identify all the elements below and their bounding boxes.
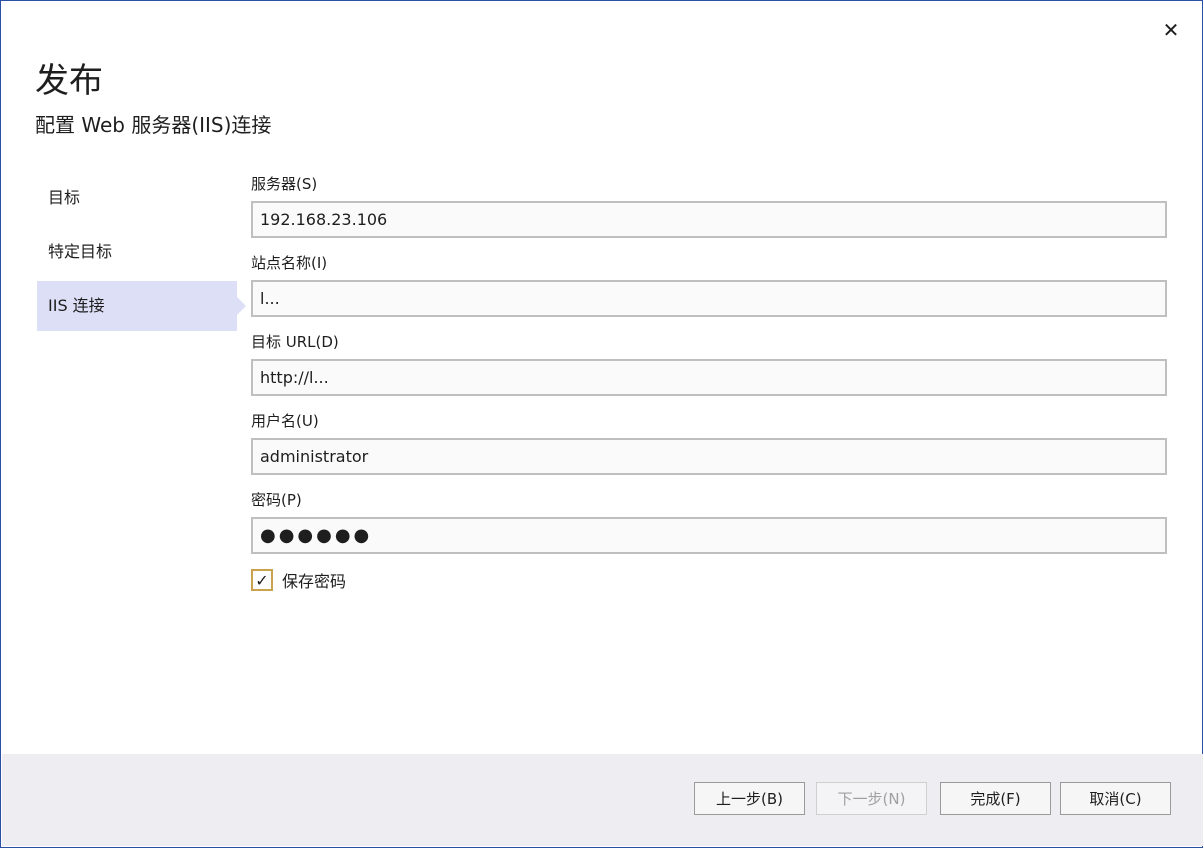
- username-label: 用户名(U): [251, 412, 319, 430]
- password-input[interactable]: [251, 517, 1167, 554]
- server-input[interactable]: [251, 201, 1167, 238]
- site-name-label: 站点名称(I): [251, 254, 328, 272]
- dest-url-field-group: 目标 URL(D): [251, 331, 1167, 396]
- save-password-row: ✓ 保存密码: [251, 568, 1167, 592]
- dialog-subtitle: 配置 Web 服务器(IIS)连接: [35, 113, 272, 137]
- close-icon[interactable]: ✕: [1160, 19, 1182, 41]
- next-button[interactable]: 下一步(N): [816, 782, 927, 815]
- cancel-button[interactable]: 取消(C): [1060, 782, 1171, 815]
- save-password-checkbox[interactable]: ✓: [251, 569, 273, 591]
- dest-url-label: 目标 URL(D): [251, 333, 339, 351]
- prev-button[interactable]: 上一步(B): [694, 782, 805, 815]
- checkmark-icon: ✓: [255, 570, 269, 590]
- dialog-title: 发布: [35, 61, 103, 101]
- sidebar-item-iis-connection[interactable]: IIS 连接: [37, 281, 246, 331]
- finish-button[interactable]: 完成(F): [940, 782, 1051, 815]
- dialog-footer: 上一步(B) 下一步(N) 完成(F) 取消(C): [2, 754, 1203, 846]
- password-field-group: 密码(P): [251, 489, 1167, 554]
- server-field-group: 服务器(S): [251, 173, 1167, 238]
- connection-form: 服务器(S) 站点名称(I) 目标 URL(D) 用户名(U) 密码(P) ✓ …: [251, 173, 1167, 592]
- server-label: 服务器(S): [251, 175, 318, 193]
- password-label: 密码(P): [251, 491, 302, 509]
- username-field-group: 用户名(U): [251, 410, 1167, 475]
- sidebar-item-target[interactable]: 目标: [37, 173, 237, 223]
- dest-url-input[interactable]: [251, 359, 1167, 396]
- save-password-label[interactable]: 保存密码: [282, 568, 346, 592]
- publish-dialog: ✕ 发布 配置 Web 服务器(IIS)连接 目标 特定目标 IIS 连接 服务…: [0, 0, 1203, 848]
- sidebar-nav: 目标 特定目标 IIS 连接: [37, 173, 246, 335]
- sidebar-item-specific-target[interactable]: 特定目标: [37, 227, 237, 277]
- username-input[interactable]: [251, 438, 1167, 475]
- site-name-input[interactable]: [251, 280, 1167, 317]
- site-name-field-group: 站点名称(I): [251, 252, 1167, 317]
